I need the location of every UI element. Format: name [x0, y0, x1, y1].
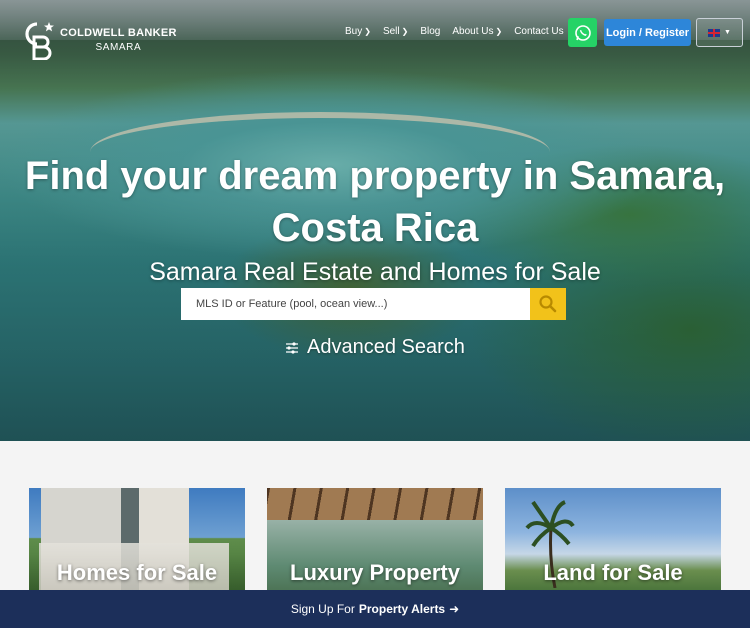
card-label: Homes for Sale: [56, 560, 218, 585]
headline-line-2: Costa Rica: [271, 206, 479, 250]
brand-name: COLDWELL BANKER: [60, 26, 177, 39]
alert-strong: Property Alerts: [358, 602, 446, 616]
whatsapp-icon: [574, 24, 591, 41]
nav-sell[interactable]: Sell ❯: [383, 26, 408, 37]
main-nav: Buy ❯ Sell ❯ Blog About Us ❯ Contact Us: [345, 26, 564, 37]
caret-down-icon: ▼: [724, 29, 731, 36]
nav-contact-label: Contact Us: [514, 26, 564, 37]
nav-blog-label: Blog: [420, 26, 441, 37]
search-icon: [539, 295, 557, 313]
search-input[interactable]: [181, 288, 530, 320]
alert-prefix: Sign Up For: [290, 602, 355, 616]
brand-sub: SAMARA: [95, 41, 142, 53]
chevron-down-icon: ❯: [495, 27, 503, 36]
arrow-right-icon: ➜: [449, 602, 460, 616]
property-alerts-bar[interactable]: Sign Up For Property Alerts ➜: [0, 590, 750, 628]
nav-sell-label: Sell: [382, 26, 400, 37]
language-selector[interactable]: ▼: [696, 18, 743, 47]
card-homes-for-sale[interactable]: Homes for Sale: [29, 488, 245, 598]
nav-contact[interactable]: Contact Us: [514, 26, 563, 37]
card-luxury-property[interactable]: Luxury Property: [267, 488, 483, 598]
card-label: Luxury Property: [290, 560, 460, 585]
nav-buy-label: Buy: [345, 26, 363, 37]
sliders-icon: [286, 341, 298, 354]
chevron-down-icon: ❯: [364, 27, 371, 36]
nav-blog[interactable]: Blog: [420, 26, 440, 37]
card-land-for-sale[interactable]: Land for Sale: [505, 488, 721, 598]
coldwell-banker-logo-icon: [22, 20, 56, 61]
uk-flag-icon: [708, 28, 721, 37]
advanced-search-label: Advanced Search: [307, 336, 465, 358]
nav-about[interactable]: About Us ❯: [452, 26, 502, 37]
headline-line-1: Find your dream property in Samara,: [24, 154, 726, 198]
hero-subheadline: Samara Real Estate and Homes for Sale: [149, 258, 601, 286]
search-button[interactable]: [530, 288, 566, 320]
chevron-down-icon: ❯: [401, 27, 409, 36]
advanced-search-link[interactable]: Advanced Search: [285, 336, 465, 359]
hero-headline: Find your dream property in Samara, Cost…: [0, 150, 750, 254]
nav-buy[interactable]: Buy ❯: [345, 26, 371, 37]
card-label: Land for Sale: [543, 560, 683, 585]
login-register-button[interactable]: Login / Register: [604, 19, 691, 46]
site-logo[interactable]: COLDWELL BANKER SAMARA: [22, 20, 177, 61]
nav-about-label: About Us: [452, 26, 494, 37]
whatsapp-button[interactable]: [568, 18, 597, 47]
